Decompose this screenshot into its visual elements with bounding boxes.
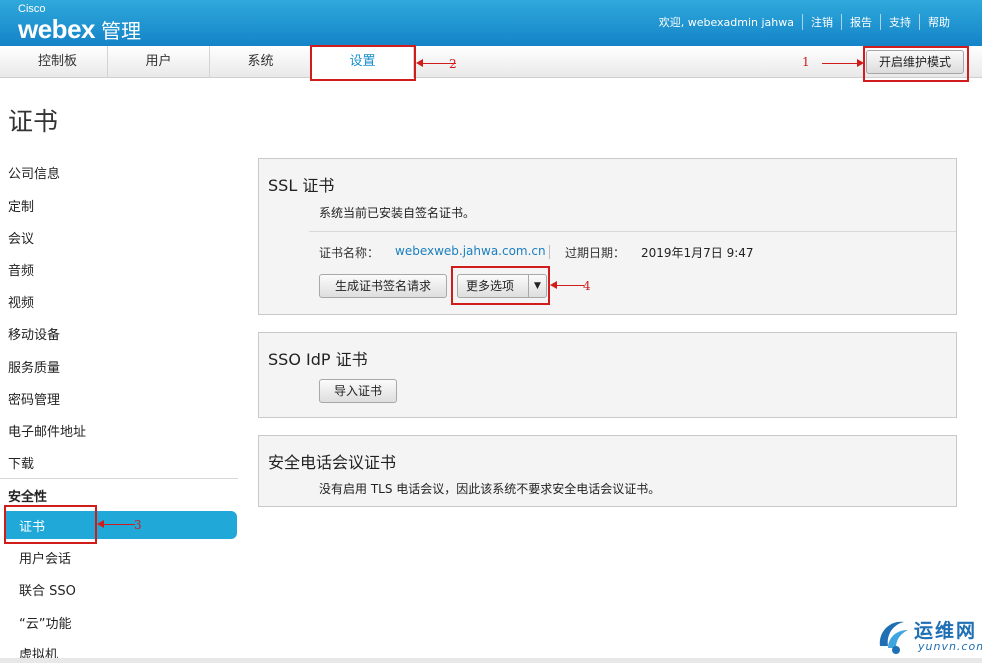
import-certificate-button[interactable]: 导入证书 (319, 379, 397, 403)
sso-idp-panel: SSO IdP 证书 导入证书 (258, 332, 957, 418)
annotation-box-2 (310, 45, 416, 81)
yunvn-watermark: 运维网 yunvn.com (874, 612, 982, 658)
webex-logo: Cisco webex 管理 (18, 4, 141, 44)
annotation-number-1: 1 (802, 55, 810, 69)
sidebar-item-video[interactable]: 视频 (8, 292, 34, 311)
welcome-text: 欢迎, webexadmin jahwa (658, 16, 794, 29)
expiry-label: 过期日期： (565, 246, 626, 260)
cert-name-label: 证书名称： (319, 246, 380, 260)
top-links: 欢迎, webexadmin jahwa 注销 报告 支持 帮助 (651, 14, 958, 30)
help-link[interactable]: 帮助 (919, 14, 958, 30)
ssl-panel-title: SSL 证书 (268, 176, 335, 195)
sidebar-divider (0, 478, 238, 479)
secure-panel-title: 安全电话会议证书 (268, 453, 397, 472)
sidebar-item-federated-sso[interactable]: 联合 SSO (19, 580, 76, 599)
logout-link[interactable]: 注销 (802, 14, 841, 30)
support-link[interactable]: 支持 (880, 14, 919, 30)
annotation-arrow-3 (97, 520, 135, 528)
field-separator (549, 245, 550, 259)
annotation-arrow-4 (550, 281, 584, 289)
ssl-divider (309, 231, 956, 232)
annotation-number-3: 3 (134, 518, 142, 532)
sidebar-item-meetings[interactable]: 会议 (8, 228, 34, 247)
sidebar-item-user-sessions[interactable]: 用户会话 (19, 548, 71, 567)
sidebar-heading-security: 安全性 (8, 490, 48, 505)
cert-name-link[interactable]: webexweb.jahwa.com.cn (395, 244, 546, 258)
annotation-box-1 (863, 46, 969, 82)
bottom-edge (0, 658, 982, 663)
sidebar-item-mobile[interactable]: 移动设备 (8, 324, 60, 343)
annotation-arrow-1 (822, 59, 864, 67)
watermark-cn-text: 运维网 (914, 620, 978, 642)
annotation-number-2: 2 (449, 57, 457, 71)
sidebar-item-company-info[interactable]: 公司信息 (8, 163, 60, 182)
main-nav: 控制板 用户 系统 设置 (0, 46, 982, 78)
sidebar-item-cloud-features[interactable]: “云”功能 (19, 613, 71, 632)
product-label: 管理 (101, 19, 141, 43)
webex-label: webex (18, 14, 96, 44)
tab-system[interactable]: 系统 (210, 46, 312, 78)
expiry-value: 2019年1月7日 9:47 (641, 246, 754, 260)
sidebar-item-downloads[interactable]: 下载 (8, 453, 34, 472)
sidebar-item-qos[interactable]: 服务质量 (8, 357, 60, 376)
secure-teleconference-panel: 安全电话会议证书 没有启用 TLS 电话会议，因此该系统不要求安全电话会议证书。 (258, 435, 957, 507)
ssl-status-text: 系统当前已安装自签名证书。 (319, 206, 476, 220)
secure-panel-text: 没有启用 TLS 电话会议，因此该系统不要求安全电话会议证书。 (319, 482, 661, 496)
sidebar-item-password[interactable]: 密码管理 (8, 389, 60, 408)
reports-link[interactable]: 报告 (841, 14, 880, 30)
annotation-number-4: 4 (583, 279, 591, 293)
sidebar-item-email[interactable]: 电子邮件地址 (8, 421, 86, 440)
watermark-logo-icon (879, 621, 908, 654)
page-title: 证书 (8, 107, 59, 136)
sidebar-item-branding[interactable]: 定制 (8, 196, 34, 215)
sso-panel-title: SSO IdP 证书 (268, 350, 368, 369)
tab-dashboard[interactable]: 控制板 (8, 46, 108, 78)
sidebar-item-audio[interactable]: 音频 (8, 260, 34, 279)
ssl-certificate-panel: SSL 证书 系统当前已安装自签名证书。 证书名称： webexweb.jahw… (258, 158, 957, 315)
annotation-box-4 (451, 266, 550, 305)
annotation-box-3 (4, 505, 97, 544)
tab-users[interactable]: 用户 (108, 46, 210, 78)
watermark-en-text: yunvn.com (918, 640, 982, 653)
generate-csr-button[interactable]: 生成证书签名请求 (319, 274, 447, 298)
top-header: Cisco webex 管理 欢迎, webexadmin jahwa 注销 报告… (0, 0, 982, 46)
